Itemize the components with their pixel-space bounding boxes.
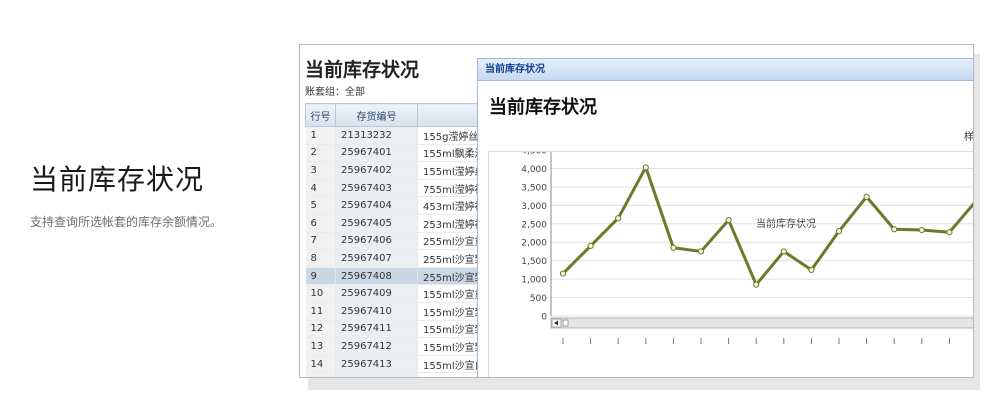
item-code: 25967410 [335,302,418,321]
table-row[interactable]: 4 25967403 755ml滢婷裕 [305,179,506,198]
table-row[interactable]: 12 25967411 155ml沙宣致 [305,320,506,339]
table-row[interactable]: 10 25967409 155ml沙宣重 [305,284,506,303]
data-point [697,248,705,255]
item-code: 25967405 [335,214,418,233]
app-screenshot: 当前库存状况 账套组：全部 行号 存货编号 1 21313232 155g滢婷丝 2 25… [299,44,974,378]
window-truncated-text: 样 [964,132,974,143]
row-number: 10 [305,284,336,303]
table-row[interactable]: 5 25967404 453ml滢婷裕 [305,196,506,215]
table-row[interactable]: 7 25967406 255ml沙宣重 [305,232,506,251]
item-code: 25967409 [335,284,418,303]
y-tick-label: 2,500 [521,220,547,230]
data-point [780,248,787,255]
report-title: 当前库存状况 [305,59,420,81]
item-code: 25967414 [335,372,418,377]
row-number: 14 [305,355,336,374]
item-code: 25967402 [335,161,418,180]
y-tick-label: 0 [541,313,547,323]
table-body: 1 21313232 155g滢婷丝 2 25967401 155ml飘柔滋 3 259674… [305,126,506,377]
data-point [835,228,843,235]
data-point [918,226,925,234]
y-tick-label: 3,000 [521,202,547,212]
row-number: 9 [305,267,336,286]
item-code: 25967411 [335,320,418,339]
inventory-line-chart: 当前库存状况05001,0001,5002,0002,5003,0003,500… [521,147,973,344]
item-code: 25967407 [335,249,418,268]
item-code: 25967404 [335,196,418,215]
data-point [863,193,870,200]
row-number: 12 [305,320,336,339]
column-header[interactable]: 行号 [305,103,336,127]
page: 当前库存状况 支持查询所选帐套的库存余额情况。 当前库存状况 账套组：全部 行号… [0,0,1000,416]
item-code: 25967401 [335,144,418,163]
table-header: 行号 存货编号 [305,103,506,127]
y-tick-label: 2,000 [521,239,547,249]
data-point [891,226,898,233]
y-tick-label: 1,500 [521,257,547,267]
row-number: 4 [305,179,336,198]
row-number: 7 [305,232,336,251]
table-row[interactable]: 1525967414253ml沙宣动 [305,372,506,377]
data-point [808,266,815,273]
table-row[interactable]: 11 25967410 155ml沙宣致 [305,302,506,321]
item-code: 25967408 [335,267,418,286]
row-number: 11 [305,302,336,321]
report-subtitle: 账套组：全部 [305,87,365,98]
y-tick-label: 4,000 [521,165,547,175]
table-row[interactable]: 6 25967405 253ml滢婷裕 [305,214,506,233]
y-tick-label: 1,000 [521,276,547,286]
row-number: 3 [305,161,336,180]
table-row[interactable]: 2 25967401 155ml飘柔滋 [305,144,506,163]
item-code: 21313232 [335,126,418,145]
column-header[interactable]: 存货编号 [335,103,418,127]
feature-title: 当前库存状况 [30,163,205,196]
data-point [615,215,622,222]
chart-panel: 当前库存状况 0 500 1,000 1,500 2,000 2,500 3,000 3,500… [488,147,973,377]
window-titlebar[interactable]: 当前库存状况 [478,59,973,81]
y-tick-label: 500 [530,294,547,304]
feature-description: 支持查询所选帐套的库存余额情况。 [30,215,223,229]
data-point [753,281,760,288]
table-row[interactable]: 8 25967407 255ml沙宣致 [305,249,506,268]
table-row[interactable]: 1 21313232 155g滢婷丝 [305,126,506,145]
table-row[interactable]: 3 25967402 155ml滢婷丝 [305,161,506,180]
row-number: 13 [305,337,336,356]
data-point [559,270,567,277]
row-number: 6 [305,214,336,233]
item-code: 25967413 [335,355,418,374]
inventory-table: 行号 存货编号 1 21313232 155g滢婷丝 2 25967401 155ml飘柔滋… [305,103,506,377]
data-point [587,242,594,250]
table-row[interactable]: 13 25967412 155ml沙宣致 [305,337,506,356]
data-point [670,244,677,251]
item-code: 25967403 [335,179,418,198]
row-number: 2 [305,144,336,163]
row-number: 5 [305,196,336,215]
scroll-thumb [562,319,569,327]
table-row[interactable]: 9 25967408 255ml沙宣致 [305,267,506,286]
chart-window[interactable]: 当前库存状况 当前库存状况 样 当前库存状况 0 500 1,000 1,500 2,00… [477,58,974,377]
item-code: 25967406 [335,232,418,251]
row-number: 1 [305,126,336,145]
chart-scrollbar [550,317,973,329]
data-point [642,164,649,171]
y-tick-label: 4,500 [521,152,547,157]
row-number: 15 [305,372,336,377]
data-point [725,216,732,224]
y-tick-label: 3,500 [521,183,547,193]
row-number: 8 [305,249,336,268]
table-row[interactable]: 14 25967413 155ml沙宣自 [305,355,506,374]
data-point [946,229,953,236]
item-code: 25967412 [335,337,418,356]
window-title: 当前库存状况 [489,97,597,118]
